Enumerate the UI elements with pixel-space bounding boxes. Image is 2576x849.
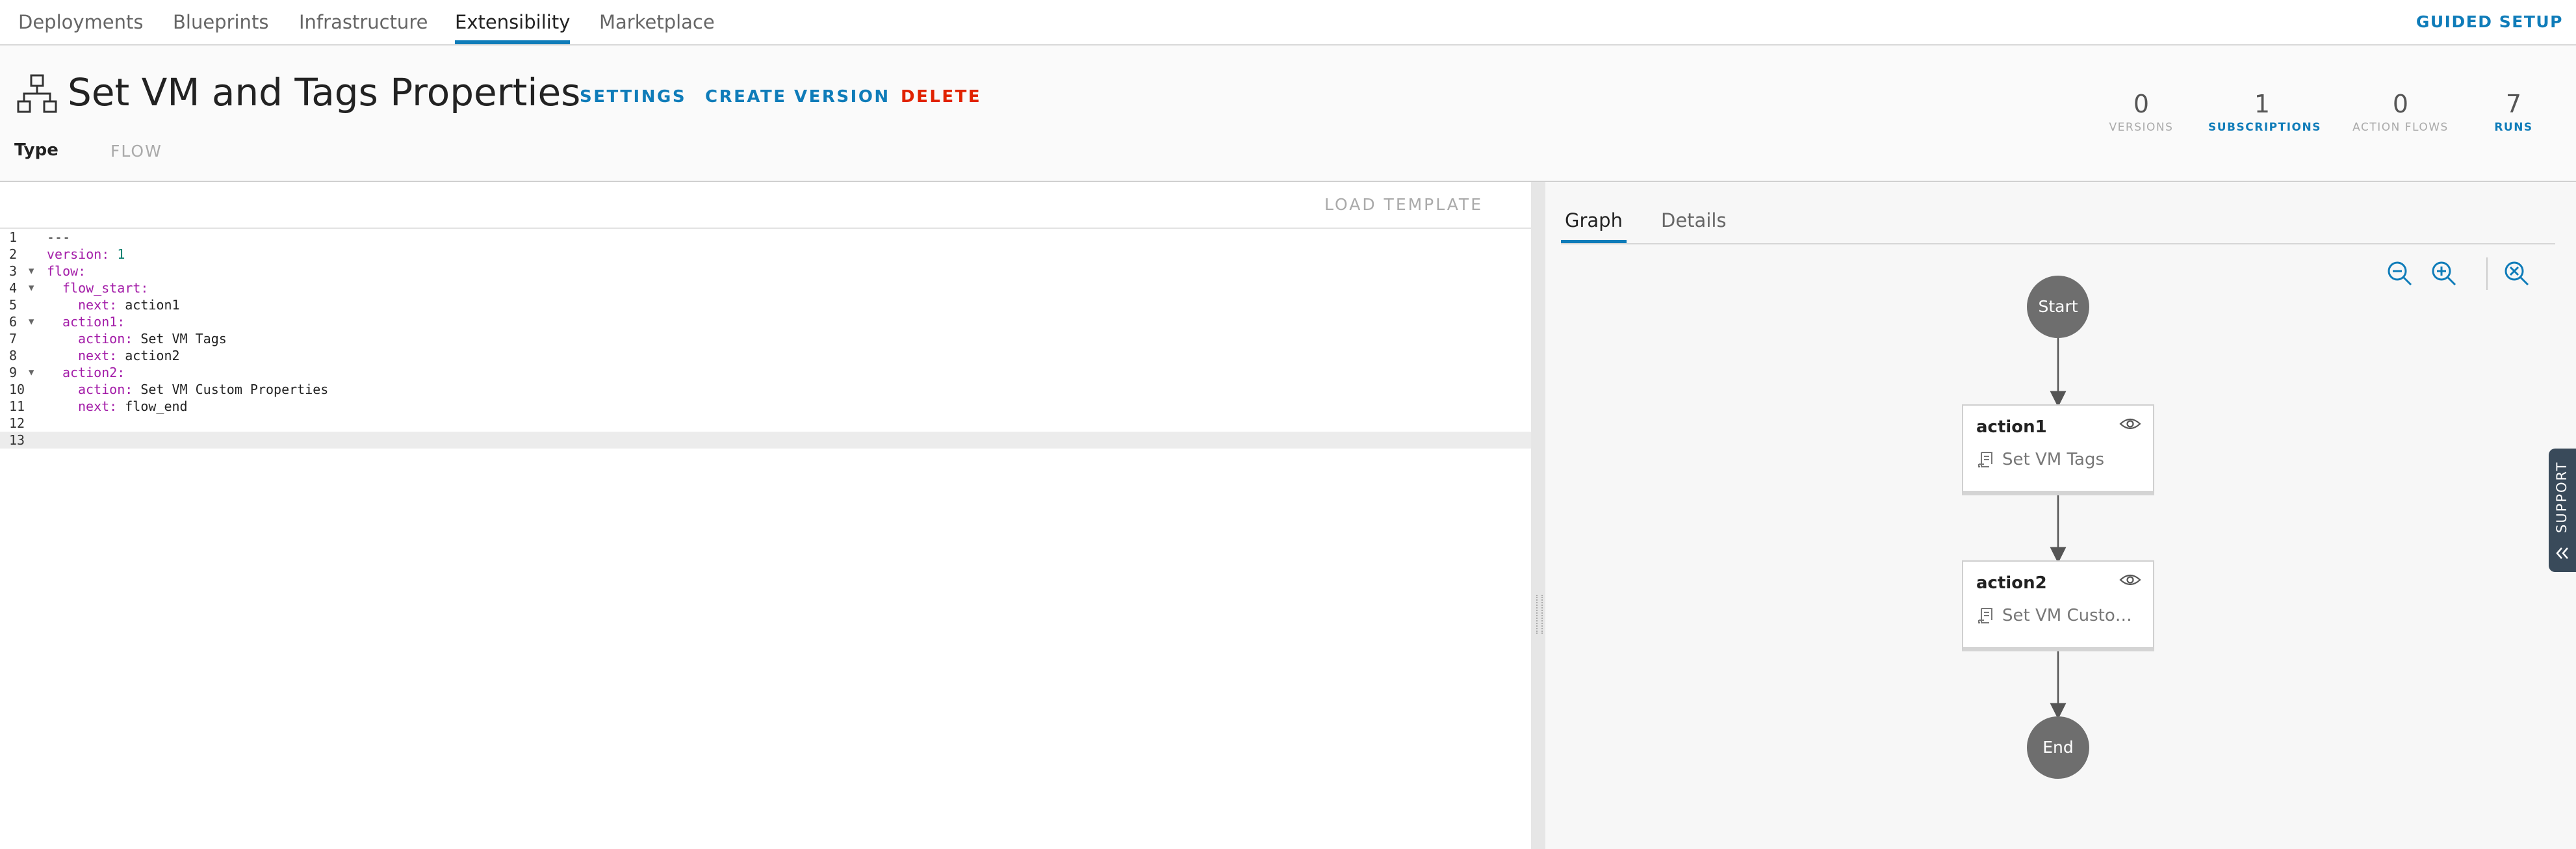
graph-panel: Graph Details Start action1 Set VM Tags … <box>1545 182 2576 849</box>
fold-caret-icon[interactable]: ▼ <box>29 364 34 381</box>
load-template-button[interactable]: LOAD TEMPLATE <box>1324 195 1483 214</box>
stat-action-flows: 0 ACTION FLOWS <box>2347 90 2454 134</box>
yaml-value: Set VM Custom Properties <box>133 382 329 397</box>
splitter-grip-icon[interactable] <box>1536 595 1543 634</box>
line-number: 11 <box>9 398 25 414</box>
end-node[interactable]: End <box>2027 716 2089 779</box>
line-number: 10 <box>9 382 25 397</box>
fold-caret-icon[interactable]: ▼ <box>29 313 34 330</box>
code-line[interactable]: 4 ▼ flow_start: <box>0 280 1531 296</box>
yaml-key: action: <box>78 382 133 397</box>
nav-tab-marketplace[interactable]: Marketplace <box>599 0 715 44</box>
nav-tab-extensibility[interactable]: Extensibility <box>455 0 571 44</box>
code-line[interactable]: 7 action: Set VM Tags <box>0 330 1531 347</box>
guided-setup-link[interactable]: GUIDED SETUP <box>2416 0 2563 44</box>
code-line[interactable]: 1 --- <box>0 229 1531 246</box>
stat-runs-value: 7 <box>2505 90 2522 118</box>
yaml-value: --- <box>47 229 71 245</box>
line-number: 1 <box>9 229 18 245</box>
line-number: 13 <box>9 432 25 448</box>
eye-icon[interactable] <box>2119 416 2141 432</box>
start-node[interactable]: Start <box>2027 276 2089 338</box>
type-value: FLOW <box>110 142 162 161</box>
line-number: 12 <box>9 415 25 431</box>
stat-versions-value: 0 <box>2133 90 2150 118</box>
action2-node-name: action2 <box>1976 573 2047 593</box>
line-number: 2 <box>9 246 18 262</box>
yaml-key: flow_start: <box>62 280 149 296</box>
support-label: SUPPORT <box>2554 462 2570 534</box>
stat-runs[interactable]: 7 RUNS <box>2482 90 2545 134</box>
yaml-key: next: <box>78 398 118 414</box>
code-line[interactable]: 10 action: Set VM Custom Properties <box>0 381 1531 398</box>
code-line[interactable]: 11 next: flow_end <box>0 398 1531 415</box>
fold-caret-icon[interactable]: ▼ <box>29 280 34 296</box>
code-line[interactable]: 12 <box>0 415 1531 432</box>
settings-button[interactable]: SETTINGS <box>580 87 686 107</box>
line-number: 7 <box>9 331 18 346</box>
yaml-key: flow: <box>47 263 86 279</box>
stat-action-flows-value: 0 <box>2392 90 2409 118</box>
line-number: 9 <box>9 365 18 380</box>
line-number: 3 <box>9 263 18 279</box>
code-line[interactable]: 9 ▼ action2: <box>0 364 1531 381</box>
line-number: 8 <box>9 348 18 363</box>
stat-action-flows-label: ACTION FLOWS <box>2352 121 2449 134</box>
stat-versions: 0 VERSIONS <box>2106 90 2177 134</box>
yaml-value: 1 <box>109 246 125 262</box>
yaml-value: action2 <box>117 348 180 363</box>
stat-subscriptions-value: 1 <box>2254 90 2271 118</box>
stat-subscriptions-label[interactable]: SUBSCRIPTIONS <box>2208 121 2320 134</box>
action-script-icon <box>1978 452 1992 467</box>
eye-icon[interactable] <box>2119 572 2141 588</box>
panel-splitter[interactable] <box>1531 182 1545 849</box>
action-script-icon <box>1978 608 1992 623</box>
nav-tab-infrastructure[interactable]: Infrastructure <box>299 0 428 44</box>
yaml-key: action2: <box>62 365 125 380</box>
delete-button[interactable]: DELETE <box>901 87 981 107</box>
action2-node-action: Set VM Custom... <box>2002 606 2144 625</box>
type-label: Type <box>14 140 58 160</box>
page-header: Set VM and Tags Properties SETTINGS CREA… <box>0 46 2576 182</box>
create-version-button[interactable]: CREATE VERSION <box>705 87 890 107</box>
code-line[interactable]: 2 version: 1 <box>0 246 1531 263</box>
page-title: Set VM and Tags Properties <box>68 70 581 114</box>
line-number: 6 <box>9 314 18 330</box>
stat-subscriptions[interactable]: 1 SUBSCRIPTIONS <box>2208 90 2320 134</box>
line-number: 4 <box>9 280 18 296</box>
code-line-current[interactable]: 13 <box>0 432 1531 449</box>
fold-caret-icon[interactable]: ▼ <box>29 263 34 280</box>
yaml-value: flow_end <box>117 398 188 414</box>
editor-toolbar: LOAD TEMPLATE <box>0 182 1531 229</box>
action1-node[interactable]: action1 Set VM Tags <box>1962 404 2154 495</box>
yaml-key: action: <box>78 331 133 346</box>
yaml-value: Set VM Tags <box>133 331 227 346</box>
code-line[interactable]: 3 ▼ flow: <box>0 263 1531 280</box>
stat-runs-label[interactable]: RUNS <box>2482 121 2545 134</box>
action1-node-name: action1 <box>1976 417 2047 437</box>
code-line[interactable]: 8 next: action2 <box>0 347 1531 364</box>
nav-tab-blueprints[interactable]: Blueprints <box>173 0 268 44</box>
yaml-key: version: <box>47 246 110 262</box>
yaml-key: action1: <box>62 314 125 330</box>
yaml-key: next: <box>78 297 118 313</box>
stat-versions-label: VERSIONS <box>2109 121 2174 134</box>
yaml-key: next: <box>78 348 118 363</box>
line-number: 5 <box>9 297 18 313</box>
support-tab[interactable]: SUPPORT <box>2549 449 2576 572</box>
yaml-value: action1 <box>117 297 180 313</box>
action1-node-action: Set VM Tags <box>2002 450 2105 469</box>
code-line[interactable]: 5 next: action1 <box>0 296 1531 313</box>
nav-tab-deployments[interactable]: Deployments <box>18 0 144 44</box>
chevron-double-left-icon <box>2556 547 2568 559</box>
code-line[interactable]: 6 ▼ action1: <box>0 313 1531 330</box>
action2-node[interactable]: action2 Set VM Custom... <box>1962 560 2154 651</box>
top-navigation: Deployments Blueprints Infrastructure Ex… <box>0 0 2576 46</box>
flow-hierarchy-icon <box>17 74 57 113</box>
yaml-editor[interactable]: LOAD TEMPLATE 1 --- 2 version: 1 3 ▼ flo… <box>0 182 1531 849</box>
